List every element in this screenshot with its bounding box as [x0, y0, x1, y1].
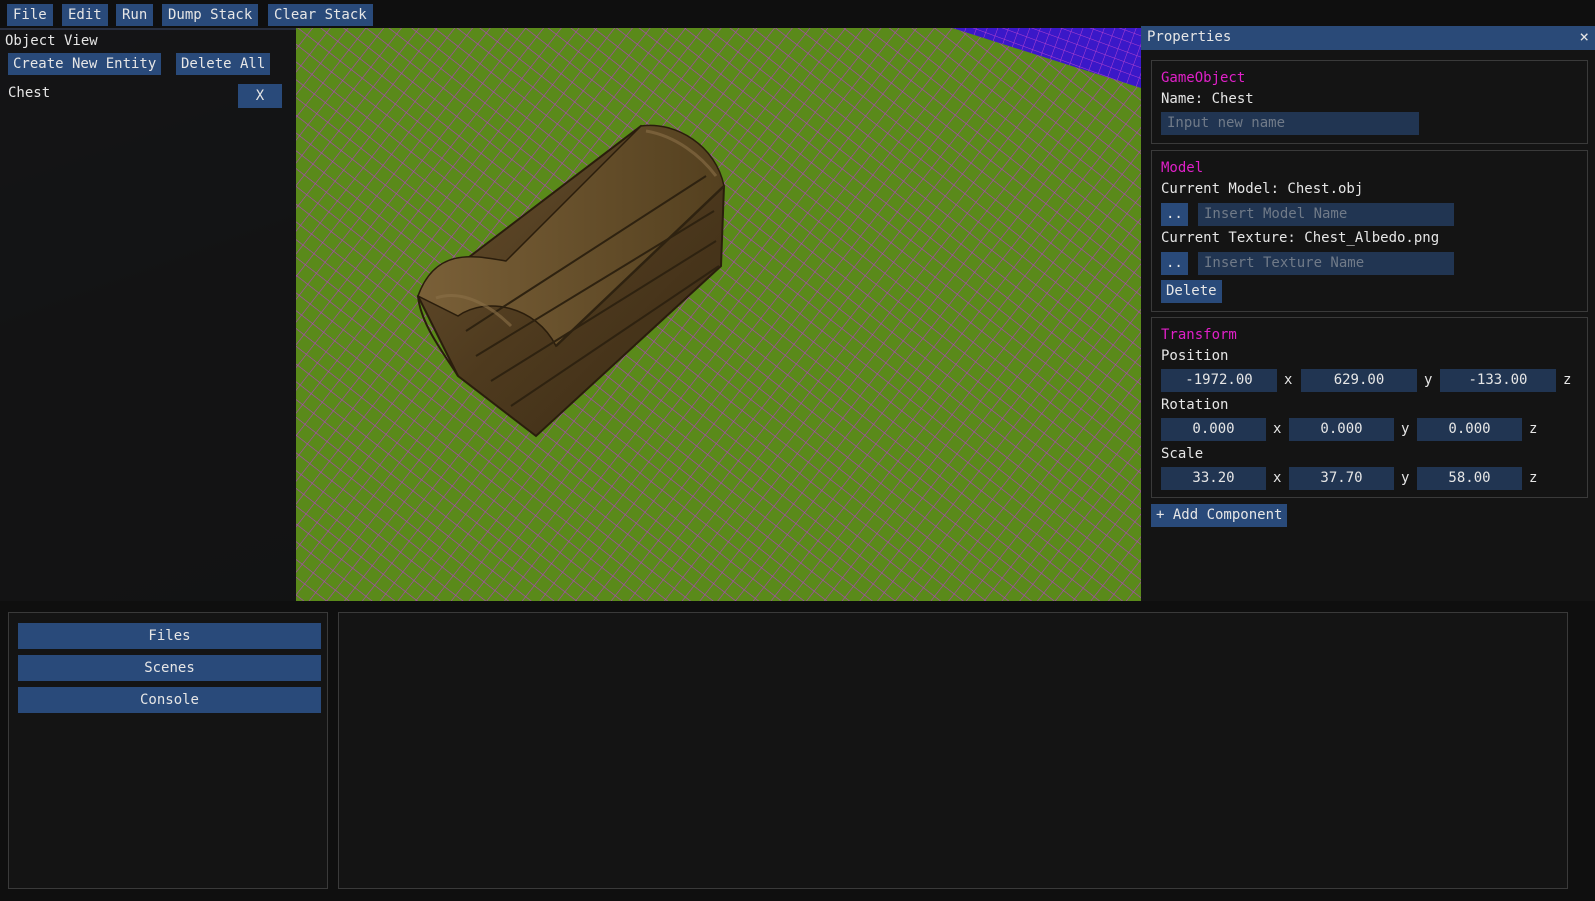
tab-console[interactable]: Console [18, 687, 321, 713]
rotation-z-field[interactable]: 0.000 [1417, 418, 1522, 441]
model-heading: Model [1161, 160, 1204, 176]
position-z-axis-label: z [1563, 372, 1572, 388]
rotation-y-axis-label: y [1401, 421, 1410, 437]
object-view-panel: Object View Create New Entity Delete All… [0, 30, 296, 601]
scale-x-axis-label: x [1273, 470, 1282, 486]
browse-model-button[interactable]: .. [1161, 203, 1188, 226]
scale-z-axis-label: z [1529, 470, 1538, 486]
texture-name-input[interactable]: Insert Texture Name [1198, 252, 1454, 275]
delete-all-button[interactable]: Delete All [176, 53, 271, 75]
transform-heading: Transform [1161, 327, 1237, 343]
viewport-render [296, 26, 1141, 601]
rotation-z-axis-label: z [1529, 421, 1538, 437]
delete-model-button[interactable]: Delete [1161, 280, 1222, 303]
position-x-axis-label: x [1284, 372, 1293, 388]
properties-panel: Properties × GameObject Name: Chest Inpu… [1141, 26, 1595, 601]
position-y-axis-label: y [1424, 372, 1433, 388]
position-y-field[interactable]: 629.00 [1301, 369, 1417, 392]
menu-dump-stack[interactable]: Dump Stack [162, 4, 259, 26]
menu-run[interactable]: Run [116, 4, 154, 26]
scale-y-field[interactable]: 37.70 [1289, 467, 1394, 490]
menu-file[interactable]: File [7, 4, 53, 26]
scale-label: Scale [1161, 446, 1204, 462]
current-texture-label: Current Texture: Chest_Albedo.png [1161, 230, 1440, 246]
bottom-content-panel [338, 612, 1568, 889]
rotation-x-axis-label: x [1273, 421, 1282, 437]
remove-entity-button[interactable]: X [238, 84, 282, 108]
gameobject-section: GameObject Name: Chest Input new name [1151, 60, 1588, 144]
bottom-dock: Files Scenes Console [0, 601, 1595, 901]
scene-viewport[interactable] [296, 26, 1141, 601]
gameobject-heading: GameObject [1161, 70, 1246, 86]
close-icon[interactable]: × [1579, 27, 1589, 46]
scale-y-axis-label: y [1401, 470, 1410, 486]
tab-files[interactable]: Files [18, 623, 321, 649]
position-x-field[interactable]: -1972.00 [1161, 369, 1277, 392]
scale-z-field[interactable]: 58.00 [1417, 467, 1522, 490]
rotation-x-field[interactable]: 0.000 [1161, 418, 1266, 441]
rotation-y-field[interactable]: 0.000 [1289, 418, 1394, 441]
name-input[interactable]: Input new name [1161, 112, 1419, 135]
model-section: Model Current Model: Chest.obj .. Insert… [1151, 150, 1588, 312]
model-name-input[interactable]: Insert Model Name [1198, 203, 1454, 226]
tab-scenes[interactable]: Scenes [18, 655, 321, 681]
properties-header: Properties × [1141, 26, 1595, 50]
gameobject-name-label: Name: Chest [1161, 91, 1254, 107]
transform-section: Transform Position -1972.00 x 629.00 y -… [1151, 317, 1588, 498]
entity-item-chest[interactable]: Chest [8, 85, 50, 101]
current-model-label: Current Model: Chest.obj [1161, 181, 1364, 197]
position-z-field[interactable]: -133.00 [1440, 369, 1556, 392]
menu-edit[interactable]: Edit [62, 4, 108, 26]
properties-title: Properties [1147, 29, 1232, 45]
create-entity-button[interactable]: Create New Entity [8, 53, 162, 75]
add-component-button[interactable]: + Add Component [1151, 504, 1288, 527]
menu-clear-stack[interactable]: Clear Stack [268, 4, 373, 26]
scale-x-field[interactable]: 33.20 [1161, 467, 1266, 490]
rotation-label: Rotation [1161, 397, 1229, 413]
bottom-tabs-panel: Files Scenes Console [8, 612, 328, 889]
object-view-title: Object View [5, 33, 98, 49]
browse-texture-button[interactable]: .. [1161, 252, 1188, 275]
menu-bar: File Edit Run Dump Stack Clear Stack [0, 0, 1595, 28]
position-label: Position [1161, 348, 1229, 364]
